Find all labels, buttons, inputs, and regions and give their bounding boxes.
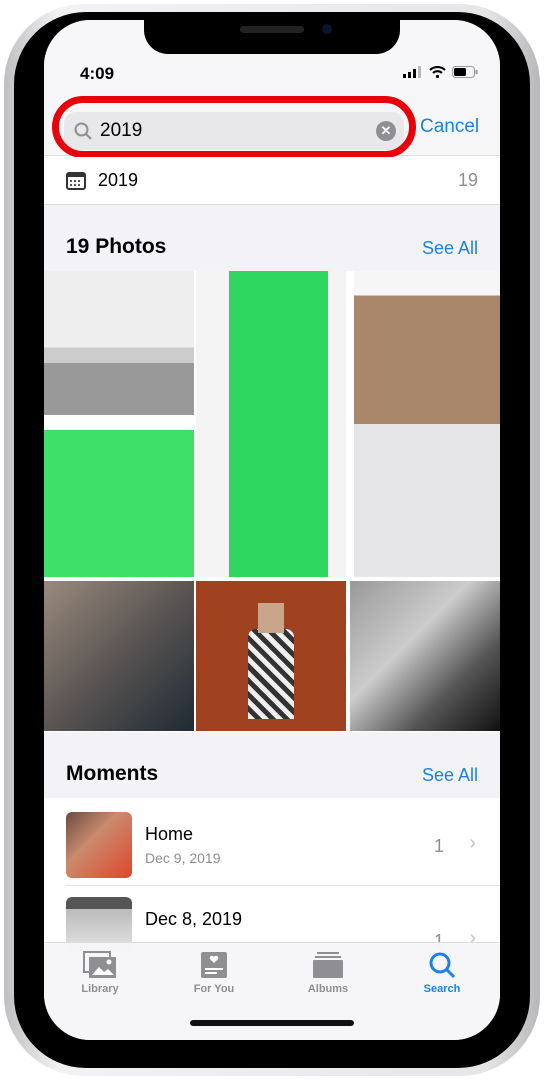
suggestion-row[interactable]: 2019 19 — [44, 157, 500, 205]
moments-list: Home Dec 9, 2019 1 › Dec 8, 2019 1 › — [44, 798, 500, 963]
chevron-right-icon: › — [469, 832, 476, 854]
albums-icon — [313, 952, 343, 978]
person-face — [258, 603, 284, 633]
tab-library[interactable]: Library — [50, 951, 150, 995]
photo-thumbnail[interactable] — [44, 271, 194, 577]
tab-for-you[interactable]: For You — [164, 951, 264, 995]
wifi-icon — [429, 66, 446, 78]
tab-label: For You — [193, 983, 235, 995]
suggestion-count: 19 — [457, 170, 478, 190]
camera — [322, 24, 332, 34]
photo-thumbnail[interactable] — [196, 271, 346, 577]
tab-label: Library — [81, 983, 119, 995]
search-icon — [429, 952, 456, 979]
moment-row[interactable]: Home Dec 9, 2019 1 › — [66, 798, 500, 886]
photo-thumbnail[interactable] — [350, 581, 500, 731]
photo-thumbnail[interactable] — [354, 271, 500, 577]
moment-title: Home — [145, 824, 194, 844]
moment-title: Dec 8, 2019 — [145, 909, 243, 929]
notch — [144, 20, 400, 54]
battery-icon — [452, 66, 478, 78]
tab-search[interactable]: Search — [392, 951, 492, 995]
suggestion-label: 2019 — [98, 170, 139, 190]
person-figure — [248, 629, 294, 719]
photo-thumbnail[interactable] — [196, 581, 346, 731]
moment-thumbnail — [66, 812, 132, 878]
speaker — [240, 26, 304, 33]
calendar-icon — [66, 172, 86, 190]
photos-title: 19 Photos — [66, 235, 167, 258]
tab-label: Albums — [307, 983, 349, 995]
moment-count: 1 — [433, 836, 444, 856]
tab-albums[interactable]: Albums — [278, 951, 378, 995]
moments-title: Moments — [66, 762, 159, 785]
cancel-button[interactable]: Cancel — [420, 116, 479, 138]
heart-card-icon — [201, 952, 227, 978]
screen: 4:09 2019 ✕ Cancel 2019 19 19 Photos See… — [44, 20, 500, 1040]
photos-section-header: 19 Photos See All — [44, 205, 500, 271]
tab-label: Search — [423, 983, 461, 995]
signal-icon — [403, 66, 421, 78]
photo-grid — [44, 271, 500, 731]
photo-thumbnail[interactable] — [44, 581, 194, 731]
status-time: 4:09 — [80, 64, 115, 83]
moment-date: Dec 9, 2019 — [145, 850, 221, 866]
photo-stack-icon — [83, 951, 116, 978]
photos-see-all-link[interactable]: See All — [422, 238, 478, 259]
highlight-annotation — [52, 96, 416, 158]
status-icons — [403, 66, 478, 78]
moments-see-all-link[interactable]: See All — [422, 765, 478, 786]
moments-section-header: Moments See All — [44, 732, 500, 798]
home-indicator[interactable] — [190, 1020, 354, 1026]
